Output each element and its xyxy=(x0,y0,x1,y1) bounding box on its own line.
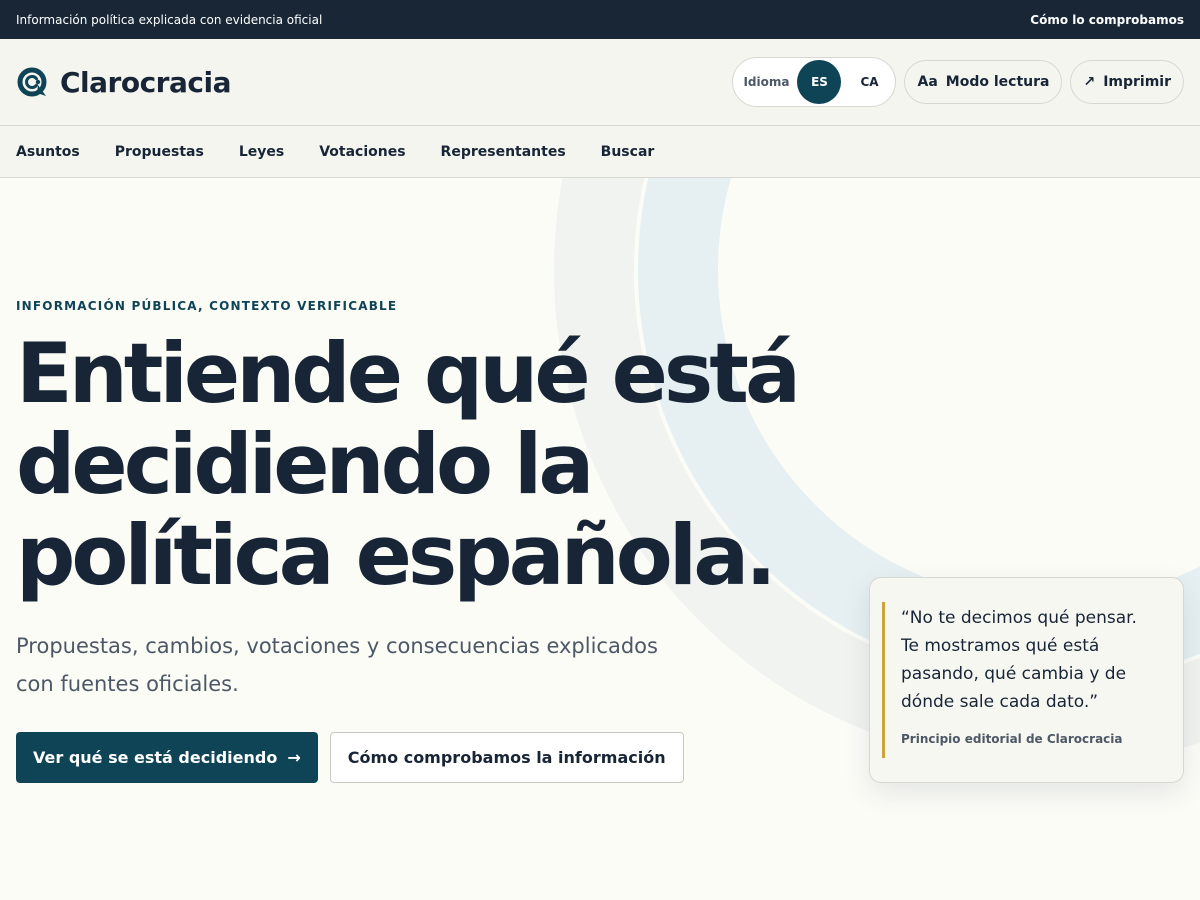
arrow-right-icon: → xyxy=(287,748,301,767)
print-label: Imprimir xyxy=(1103,74,1171,90)
print-button[interactable]: ↗ Imprimir xyxy=(1070,60,1184,104)
nav-item-asuntos[interactable]: Asuntos xyxy=(16,144,80,160)
nav-item-leyes[interactable]: Leyes xyxy=(239,144,284,160)
headline-line: política española. xyxy=(16,507,777,604)
quote-line: Te mostramos qué está xyxy=(901,636,1100,656)
quote-line: dónde sale cada dato.” xyxy=(901,692,1099,712)
brand-logo-link[interactable]: Clarocracia xyxy=(16,66,231,99)
hero-lede: Propuestas, cambios, votaciones y consec… xyxy=(16,627,716,703)
hero-section: INFORMACIÓN PÚBLICA, CONTEXTO VERIFICABL… xyxy=(0,178,1200,900)
hero-headline: Entiende qué está decidiendo la política… xyxy=(16,328,816,601)
headline-line: decidiendo la xyxy=(16,416,594,513)
site-header: Clarocracia Idioma ES CA Aa Modo lectura… xyxy=(0,39,1200,126)
main-nav: Asuntos Propuestas Leyes Votaciones Repr… xyxy=(0,126,1200,178)
nav-item-representantes[interactable]: Representantes xyxy=(441,144,566,160)
hero-actions: Ver qué se está decidiendo → Cómo compro… xyxy=(16,732,684,783)
quote-text: “No te decimos qué pensar. Te mostramos … xyxy=(901,602,1163,716)
see-decisions-button[interactable]: Ver qué se está decidiendo → xyxy=(16,732,318,783)
quote-source: Principio editorial de Clarocracia xyxy=(901,732,1123,746)
nav-item-buscar[interactable]: Buscar xyxy=(601,144,655,160)
text-size-icon: Aa xyxy=(917,74,938,90)
arrow-up-right-icon: ↗ xyxy=(1083,74,1096,90)
see-decisions-label: Ver qué se está decidiendo xyxy=(33,748,278,767)
editorial-quote-card: “No te decimos qué pensar. Te mostramos … xyxy=(869,577,1184,783)
how-we-verify-link[interactable]: Cómo lo comprobamos xyxy=(1030,13,1184,27)
language-label: Idioma xyxy=(743,75,790,89)
nav-item-propuestas[interactable]: Propuestas xyxy=(115,144,204,160)
language-es-button[interactable]: ES xyxy=(797,60,842,104)
headline-line: Entiende qué está xyxy=(16,325,801,422)
clarocracia-logo-icon xyxy=(17,67,47,97)
brand-name: Clarocracia xyxy=(60,65,231,99)
top-bar: Información política explicada con evide… xyxy=(0,0,1200,39)
reading-mode-label: Modo lectura xyxy=(945,74,1050,90)
quote-line: “No te decimos qué pensar. xyxy=(901,608,1137,628)
nav-item-votaciones[interactable]: Votaciones xyxy=(319,144,405,160)
quote-block: “No te decimos qué pensar. Te mostramos … xyxy=(882,602,1163,758)
hero-eyebrow: INFORMACIÓN PÚBLICA, CONTEXTO VERIFICABL… xyxy=(16,299,398,313)
how-we-verify-button[interactable]: Cómo comprobamos la información xyxy=(329,732,684,783)
reading-mode-button[interactable]: Aa Modo lectura xyxy=(904,60,1063,104)
header-tools: Idioma ES CA Aa Modo lectura ↗ Imprimir xyxy=(732,57,1184,107)
language-switcher: Idioma ES CA xyxy=(732,57,897,107)
top-bar-tagline: Información política explicada con evide… xyxy=(16,12,323,27)
language-ca-button[interactable]: CA xyxy=(847,60,891,104)
quote-line: pasando, qué cambia y de xyxy=(901,664,1127,684)
lede-line: Propuestas, cambios, votaciones y consec… xyxy=(16,634,658,658)
lede-line: con fuentes oficiales. xyxy=(16,672,239,696)
